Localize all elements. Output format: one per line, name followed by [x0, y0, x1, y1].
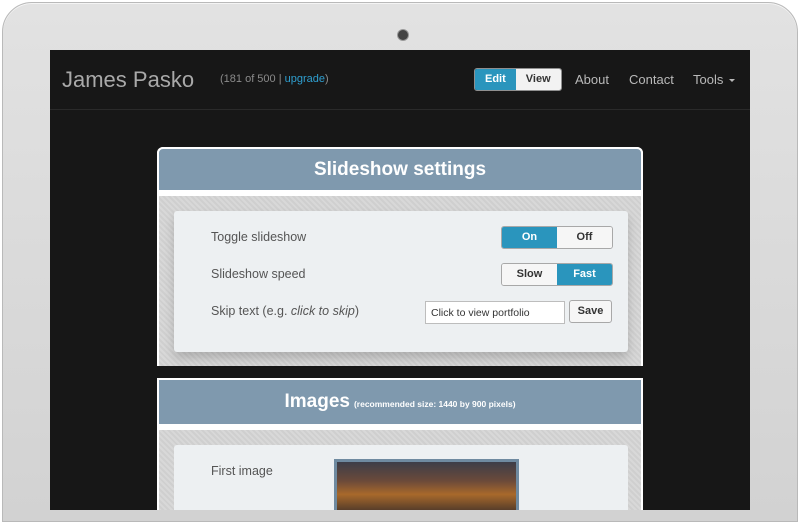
images-card: First image	[174, 445, 628, 510]
images-title: Images	[284, 391, 350, 412]
skip-label-italic: click to skip	[290, 304, 355, 318]
caret-down-icon	[729, 79, 736, 83]
first-image-thumbnail[interactable]	[334, 459, 519, 510]
top-navbar: James Pasko (181 of 500 | upgrade) Edit …	[50, 50, 750, 110]
slideshow-settings-title: Slideshow settings	[157, 147, 643, 192]
nav-tools[interactable]: Tools	[693, 72, 736, 87]
toggle-slideshow-switch: On Off	[501, 226, 613, 249]
images-header: Images (recommended size: 1440 by 900 pix…	[157, 378, 643, 426]
toggle-slideshow-label: Toggle slideshow	[211, 230, 307, 244]
upgrade-link[interactable]: upgrade	[285, 73, 325, 85]
quota-info: (181 of 500 | upgrade)	[220, 73, 329, 85]
brand-title[interactable]: James Pasko	[62, 67, 194, 93]
speed-slow-button[interactable]: Slow	[502, 264, 557, 285]
skip-text-input[interactable]	[425, 301, 565, 324]
skip-text-label: Skip text (e.g. click to skip)	[211, 304, 359, 318]
slideshow-speed-switch: Slow Fast	[501, 263, 613, 286]
slideshow-settings-body: Toggle slideshow On Off Slideshow speed …	[159, 196, 641, 366]
slideshow-settings-panel: Slideshow settings Toggle slideshow On O…	[157, 147, 643, 366]
images-body: First image	[159, 430, 641, 510]
speed-fast-button[interactable]: Fast	[557, 264, 612, 285]
quota-suffix: )	[325, 73, 329, 85]
nav-contact[interactable]: Contact	[629, 72, 674, 87]
nav-tools-label: Tools	[693, 72, 724, 87]
toggle-on-button[interactable]: On	[502, 227, 557, 248]
quota-text: (181 of 500 |	[220, 73, 285, 85]
screen: James Pasko (181 of 500 | upgrade) Edit …	[50, 50, 750, 510]
images-size-note: (recommended size: 1440 by 900 pixels)	[353, 399, 516, 409]
edit-view-toggle: Edit View	[474, 68, 562, 91]
nav-about[interactable]: About	[575, 72, 609, 87]
images-panel: Images (recommended size: 1440 by 900 pix…	[157, 378, 643, 510]
camera-icon	[398, 30, 408, 40]
save-button[interactable]: Save	[569, 300, 612, 323]
first-image-label: First image	[211, 464, 273, 478]
slideshow-speed-label: Slideshow speed	[211, 267, 306, 281]
edit-button[interactable]: Edit	[475, 69, 516, 90]
toggle-off-button[interactable]: Off	[557, 227, 612, 248]
skip-label-suffix: )	[354, 304, 359, 318]
settings-card: Toggle slideshow On Off Slideshow speed …	[174, 211, 628, 352]
skip-label-prefix: Skip text (e.g.	[211, 304, 291, 318]
view-button[interactable]: View	[515, 69, 561, 90]
